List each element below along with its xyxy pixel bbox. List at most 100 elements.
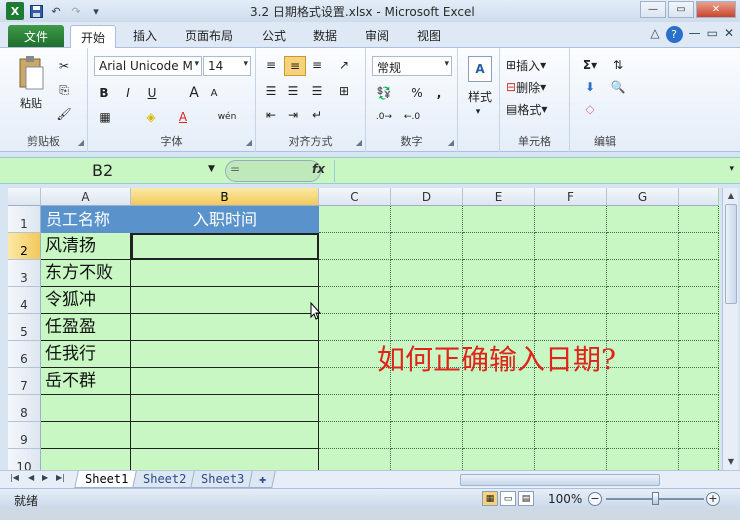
grid-cell[interactable] (463, 287, 535, 314)
grid-cell[interactable] (607, 341, 679, 368)
wrap-text-icon[interactable]: ↵ (308, 106, 326, 124)
align-right-icon[interactable]: ☰ (308, 82, 326, 100)
increase-indent-icon[interactable]: ⇥ (284, 106, 302, 124)
grid-cell[interactable] (391, 395, 463, 422)
grid-cell[interactable] (463, 233, 535, 260)
doc-close-button[interactable]: ✕ (724, 26, 734, 43)
grid-cell[interactable] (391, 314, 463, 341)
grid-cell[interactable] (607, 206, 679, 233)
column-header-f[interactable]: F (535, 188, 607, 206)
grid-cell[interactable] (41, 449, 131, 470)
grid-cell[interactable] (391, 287, 463, 314)
worksheet-grid[interactable]: A B C D E F G 1 员工名称 入职时间 2 风清扬 3 东方不败 4 令狐冲 5 任盈盈 6 任我行 7 岳不… (8, 188, 720, 470)
fill-icon[interactable]: ⬇ (578, 78, 602, 96)
clear-icon[interactable]: ◇ (578, 100, 602, 118)
grid-cell[interactable] (679, 449, 719, 470)
row-header-8[interactable]: 8 (8, 395, 41, 422)
grid-cell[interactable] (463, 314, 535, 341)
sort-filter-icon[interactable]: ⇅ (606, 56, 630, 74)
grid-cell[interactable] (679, 233, 719, 260)
grid-cell[interactable] (391, 422, 463, 449)
grid-cell[interactable] (391, 260, 463, 287)
paste-button[interactable]: 粘贴 (14, 94, 48, 112)
maximize-button[interactable]: ▭ (668, 1, 694, 18)
doc-restore-button[interactable]: ▭ (707, 26, 718, 43)
grid-cell[interactable] (535, 233, 607, 260)
hire-date-cell[interactable] (131, 287, 319, 314)
select-all-corner[interactable] (8, 188, 41, 206)
scroll-up-icon[interactable]: ▲ (724, 188, 738, 202)
grid-cell[interactable] (679, 422, 719, 449)
grid-cell[interactable] (607, 368, 679, 395)
tab-home[interactable]: 开始 (70, 25, 117, 48)
row-header-10[interactable]: 10 (8, 449, 41, 470)
active-cell-b2[interactable] (131, 233, 319, 260)
normal-view-icon[interactable]: ▦ (482, 491, 498, 506)
alignment-launcher-icon[interactable]: ◢ (356, 138, 362, 147)
last-sheet-icon[interactable]: ▶| (56, 473, 65, 482)
grid-cell[interactable] (679, 206, 719, 233)
grid-cell[interactable] (535, 449, 607, 470)
insert-sheet-icon[interactable]: ✚ (248, 471, 276, 488)
help-icon[interactable]: ? (665, 26, 683, 43)
grid-cell[interactable] (463, 395, 535, 422)
number-format-combo[interactable]: 常规 ▾ (372, 56, 452, 76)
fill-color-icon[interactable]: ◈ (142, 108, 160, 126)
tab-view[interactable]: 视图 (417, 27, 441, 44)
grid-cell[interactable] (319, 206, 391, 233)
horizontal-scroll-thumb[interactable] (460, 474, 660, 486)
column-header-c[interactable]: C (319, 188, 391, 206)
grid-cell[interactable] (319, 422, 391, 449)
orientation-icon[interactable]: ↗ (334, 56, 354, 74)
paste-icon[interactable] (16, 54, 46, 92)
hire-date-cell[interactable] (131, 395, 319, 422)
column-header-b[interactable]: B (131, 188, 319, 206)
grid-cell[interactable] (607, 395, 679, 422)
next-sheet-icon[interactable]: ▶ (42, 473, 48, 482)
grid-cell[interactable] (607, 260, 679, 287)
header-cell-employee-name[interactable]: 员工名称 (41, 206, 131, 233)
grid-cell[interactable] (679, 260, 719, 287)
scroll-down-icon[interactable]: ▼ (724, 454, 738, 468)
formula-input[interactable] (334, 160, 720, 182)
align-left-icon[interactable]: ☰ (262, 82, 280, 100)
save-icon[interactable] (28, 3, 44, 19)
grid-cell[interactable] (319, 395, 391, 422)
borders-icon[interactable]: ▦ (96, 108, 114, 126)
grid-cell[interactable] (535, 314, 607, 341)
zoom-slider-knob[interactable] (652, 492, 659, 505)
doc-minimize-button[interactable]: — (689, 26, 701, 43)
name-cell[interactable]: 任我行 (41, 341, 131, 368)
increase-decimal-icon[interactable]: .0→ (374, 108, 394, 126)
expand-formula-bar-icon[interactable]: ▾ (729, 164, 734, 174)
sheet-tab-3[interactable]: Sheet3 (190, 471, 256, 488)
grid-cell[interactable] (535, 260, 607, 287)
bold-button[interactable]: B (96, 84, 112, 102)
insert-function-button[interactable]: fx (312, 162, 325, 176)
styles-button[interactable]: 样式 (460, 88, 500, 104)
underline-button[interactable]: U (144, 84, 160, 102)
name-box[interactable]: B2 (8, 160, 220, 182)
close-button[interactable]: ✕ (696, 1, 736, 18)
grid-cell[interactable] (319, 287, 391, 314)
phonetic-button[interactable]: wén (216, 108, 238, 126)
tab-file[interactable]: 文件 (8, 25, 64, 47)
grow-font-button[interactable]: A (186, 84, 202, 102)
excel-logo-icon[interactable]: X (6, 2, 24, 20)
align-bottom-icon[interactable]: ≡ (308, 56, 326, 74)
column-header-d[interactable]: D (391, 188, 463, 206)
comma-button[interactable]: , (432, 84, 446, 102)
zoom-out-button[interactable]: − (588, 492, 602, 506)
format-painter-icon[interactable]: 🖌 (56, 106, 72, 122)
redo-icon[interactable]: ↷ (68, 3, 84, 19)
grid-cell[interactable] (535, 395, 607, 422)
cut-icon[interactable]: ✂ (56, 58, 72, 74)
column-header-e[interactable]: E (463, 188, 535, 206)
minimize-ribbon-icon[interactable]: △ (650, 26, 659, 43)
row-header-7[interactable]: 7 (8, 368, 41, 395)
grid-cell[interactable] (391, 206, 463, 233)
copy-icon[interactable]: ⎘ (56, 82, 72, 98)
row-header-3[interactable]: 3 (8, 260, 41, 287)
align-top-icon[interactable]: ≡ (262, 56, 280, 74)
align-center-icon[interactable]: ☰ (284, 82, 302, 100)
